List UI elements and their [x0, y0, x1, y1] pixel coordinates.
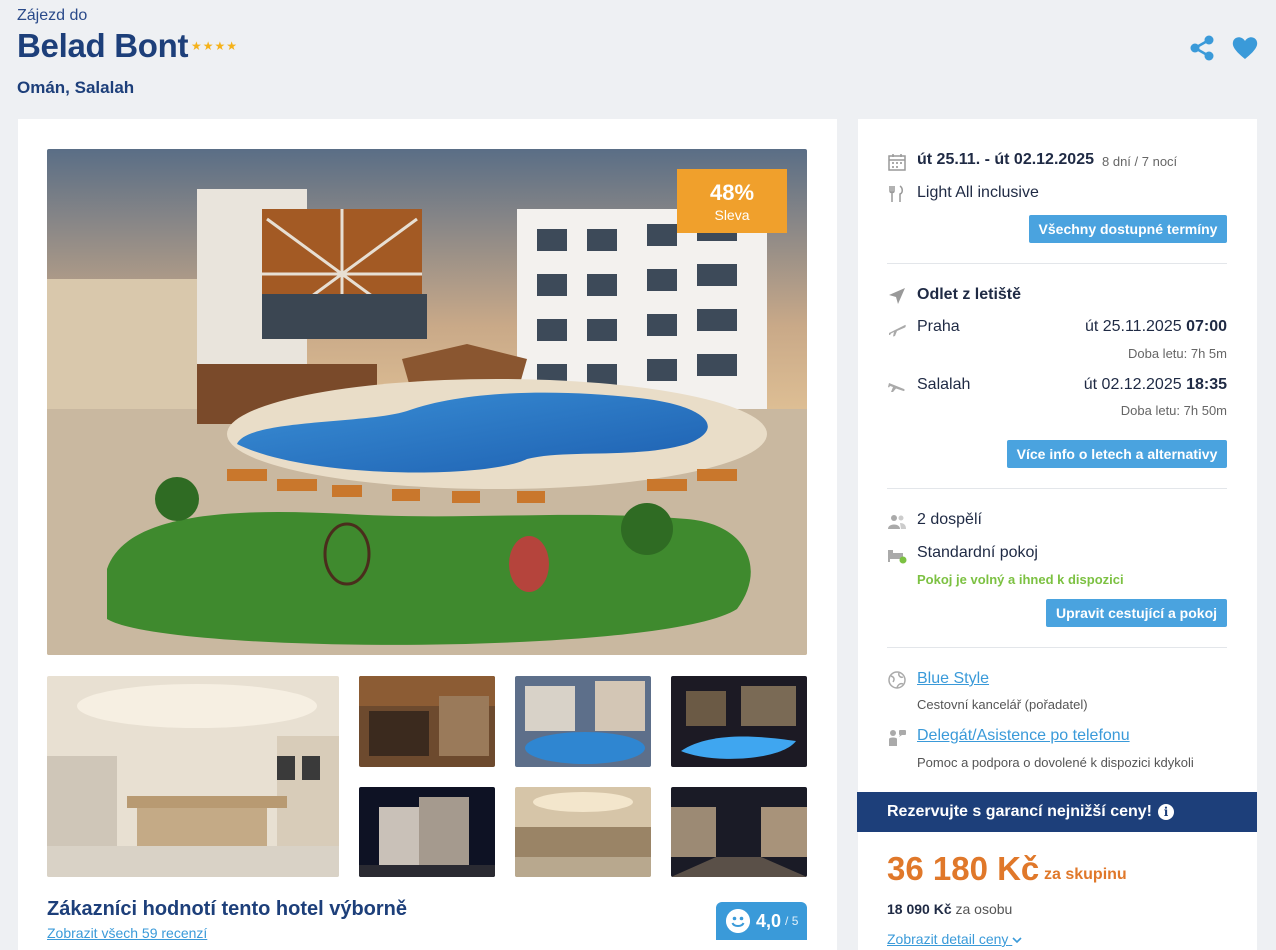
- favorite-heart-icon[interactable]: [1231, 34, 1259, 62]
- info-icon[interactable]: i: [1158, 804, 1174, 820]
- per-person-price-row: 18 090 Kč za osobu: [887, 901, 1012, 917]
- all-dates-button[interactable]: Všechny dostupné termíny: [1029, 215, 1227, 243]
- globe-icon: [888, 671, 906, 689]
- return-datetime: út 02.12.2025 18:35: [1084, 376, 1227, 394]
- outbound-city: Praha: [917, 318, 960, 335]
- thumbnail-terrace[interactable]: [359, 676, 495, 767]
- review-score-badge[interactable]: 4,0 / 5: [716, 902, 807, 940]
- total-price-unit: za skupinu: [1044, 866, 1127, 883]
- smiley-icon: [726, 909, 750, 933]
- discount-badge: 48% Sleva: [677, 169, 787, 233]
- plane-takeoff-icon: [889, 324, 906, 337]
- room-type: Standardní pokoj: [917, 544, 1038, 561]
- board-type: Light All inclusive: [917, 184, 1039, 201]
- outbound-time: 07:00: [1186, 318, 1227, 335]
- divider: [887, 263, 1227, 264]
- hotel-name: Belad Bont: [17, 27, 189, 64]
- all-reviews-link[interactable]: Zobrazit všech 59 recenzí: [47, 925, 207, 941]
- per-person-label: za osobu: [955, 901, 1013, 917]
- assistance-description: Pomoc a podpora o dovolené k dispozici k…: [917, 755, 1194, 770]
- price-detail-link[interactable]: Zobrazit detail ceny: [887, 931, 1022, 947]
- assistance-link[interactable]: Delegát/Asistence po telefonu: [917, 727, 1130, 745]
- outbound-date: út 25.11.2025: [1084, 318, 1182, 335]
- room-availability: Pokoj je volný a ihned k dispozici: [917, 572, 1124, 587]
- return-city: Salalah: [917, 376, 971, 393]
- review-score-max: / 5: [785, 914, 799, 928]
- star-icon: ★: [214, 39, 226, 53]
- assistance-person-icon: [889, 730, 906, 746]
- lowest-price-banner: Rezervujte s garancí nejnižší ceny! i: [857, 792, 1257, 832]
- star-icon: ★: [226, 39, 238, 53]
- outbound-flight-duration: Doba letu: 7h 5m: [1127, 346, 1227, 361]
- trip-duration: 8 dní / 7 nocí: [1102, 154, 1178, 169]
- travelers-count: 2 dospělí: [917, 511, 982, 528]
- thumbnail-pool-night[interactable]: [671, 676, 807, 767]
- review-score: 4,0: [756, 910, 782, 931]
- divider: [887, 647, 1227, 648]
- edit-travelers-room-button[interactable]: Upravit cestující a pokoj: [1046, 599, 1227, 627]
- navigation-arrow-icon: [889, 288, 905, 304]
- per-person-price: 18 090 Kč: [887, 901, 952, 917]
- travelers-icon: [888, 515, 906, 529]
- agency-description: Cestovní kancelář (pořadatel): [917, 697, 1088, 712]
- thumbnail-dining-hall[interactable]: [515, 787, 651, 877]
- star-rating: ★ ★ ★ ★: [191, 40, 237, 52]
- discount-percent: 48%: [709, 180, 755, 205]
- hotel-location: Omán, Salalah: [17, 78, 135, 97]
- share-icon[interactable]: [1188, 34, 1216, 62]
- thumbnail-facade-night[interactable]: [359, 787, 495, 877]
- trip-dates: út 25.11. - út 02.12.2025: [917, 151, 1094, 168]
- bed-icon: [888, 550, 907, 564]
- calendar-icon: [888, 154, 906, 171]
- departure-heading: Odlet z letiště: [917, 286, 1022, 303]
- banner-text: Rezervujte s garancí nejnižší ceny!: [887, 803, 1152, 820]
- review-summary-title: Zákazníci hodnotí tento hotel výborně: [47, 898, 408, 920]
- discount-label: Sleva: [714, 207, 750, 223]
- agency-link[interactable]: Blue Style: [917, 670, 989, 688]
- thumbnail-pool-dusk[interactable]: [515, 676, 651, 767]
- flight-info-button[interactable]: Více info o letech a alternativy: [1007, 440, 1227, 468]
- chevron-down-icon: [1012, 937, 1022, 944]
- page-subtitle: Zájezd do: [17, 7, 88, 24]
- price-detail-label: Zobrazit detail ceny: [887, 931, 1009, 947]
- star-icon: ★: [191, 39, 202, 53]
- cutlery-icon: [889, 185, 903, 202]
- divider: [887, 488, 1227, 489]
- outbound-datetime: út 25.11.2025 07:00: [1085, 318, 1227, 336]
- thumbnail-street-night[interactable]: [671, 787, 807, 877]
- return-date: út 02.12.2025: [1083, 376, 1182, 393]
- total-price: 36 180 Kč: [887, 850, 1040, 887]
- thumbnail-restaurant[interactable]: [47, 676, 339, 877]
- return-time: 18:35: [1186, 376, 1227, 393]
- star-icon: ★: [202, 39, 214, 53]
- plane-landing-icon: [888, 383, 905, 392]
- return-flight-duration: Doba letu: 7h 50m: [1120, 403, 1227, 418]
